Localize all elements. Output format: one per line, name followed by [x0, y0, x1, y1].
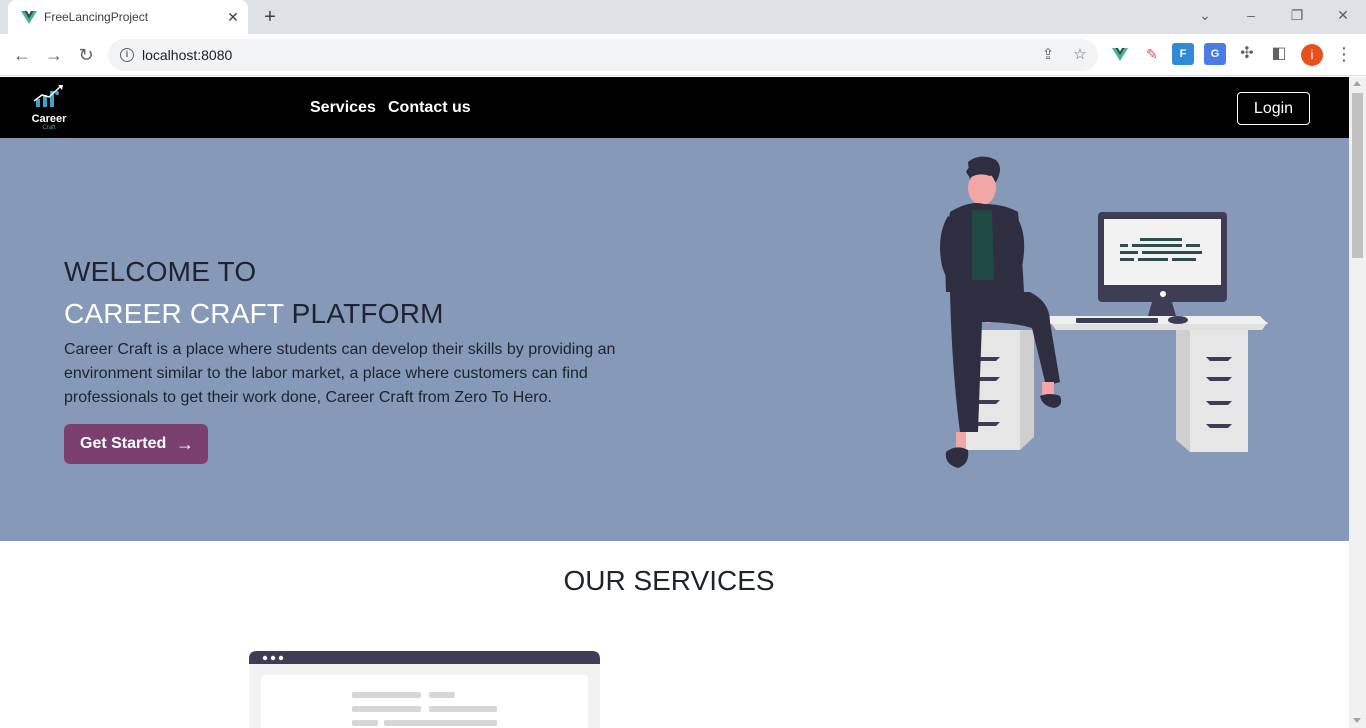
scroll-down-arrow-icon[interactable] — [1353, 718, 1361, 723]
address-bar[interactable]: i localhost:8080 ⇪ ☆ — [108, 39, 1098, 71]
logo-graph-icon — [33, 85, 63, 107]
new-tab-icon[interactable]: + — [258, 6, 282, 30]
web-page-illustration — [249, 651, 600, 728]
site-info-icon[interactable]: i — [120, 48, 134, 62]
url-text: localhost:8080 — [142, 47, 233, 63]
nav-link-contact[interactable]: Contact us — [388, 99, 471, 117]
tab-title: FreeLancingProject — [44, 10, 149, 24]
get-started-label: Get Started — [80, 435, 167, 452]
person-at-desk-illustration — [940, 156, 1268, 468]
hero-title-line2: CAREER CRAFT PLATFORM — [64, 298, 444, 330]
logo-text: Career — [31, 113, 67, 125]
tab-search-icon[interactable]: ⌄ — [1191, 4, 1219, 28]
hero-description: Career Craft is a place where students c… — [64, 341, 616, 406]
vue-devtools-icon[interactable] — [1109, 43, 1131, 65]
site-navbar: Career Craft Services Contact us Login — [0, 77, 1349, 138]
restore-icon[interactable]: ❐ — [1283, 4, 1311, 28]
translate-icon[interactable]: G — [1204, 43, 1226, 65]
menu-kebab-icon[interactable]: ⋮ — [1333, 43, 1355, 65]
extension-f-icon[interactable]: F — [1172, 43, 1194, 65]
hero-title-rest: PLATFORM — [283, 298, 444, 329]
get-started-button[interactable]: Get Started → — [64, 424, 208, 464]
share-icon[interactable]: ⇪ — [1038, 45, 1058, 65]
hero-title-line1: WELCOME TO — [64, 256, 257, 287]
extensions-puzzle-icon[interactable]: ✣ — [1236, 43, 1258, 65]
nav-link-services[interactable]: Services — [310, 99, 376, 117]
logo-subtext: Craft — [42, 125, 56, 131]
hero-title-accent: CAREER CRAFT — [64, 298, 284, 329]
side-panel-icon[interactable]: ◧ — [1268, 43, 1290, 65]
back-icon[interactable]: ← — [10, 43, 34, 67]
career-craft-logo[interactable]: Career Craft — [22, 83, 76, 133]
page-scrollbar[interactable] — [1349, 77, 1366, 728]
bookmark-star-icon[interactable]: ☆ — [1070, 45, 1090, 65]
login-button[interactable]: Login — [1237, 92, 1310, 125]
arrow-right-icon: → — [176, 434, 194, 454]
scroll-up-arrow-icon[interactable] — [1353, 81, 1361, 86]
color-picker-icon[interactable]: ✎ — [1141, 43, 1163, 65]
page-viewport: Career Craft Services Contact us Login W… — [0, 77, 1349, 728]
profile-avatar[interactable]: i — [1301, 44, 1323, 66]
scrollbar-thumb[interactable] — [1352, 93, 1363, 258]
browser-tab[interactable]: FreeLancingProject ✕ — [8, 0, 248, 34]
services-section-title: OUR SERVICES — [563, 565, 775, 596]
hero-section: WELCOME TO CAREER CRAFT PLATFORM Career … — [0, 138, 1349, 541]
forward-icon[interactable]: → — [42, 43, 66, 67]
browser-tab-bar: FreeLancingProject ✕ + ⌄ – ❐ ✕ — [0, 0, 1366, 34]
minimize-icon[interactable]: – — [1237, 4, 1265, 28]
reload-icon[interactable]: ↻ — [74, 43, 98, 67]
close-tab-icon[interactable]: ✕ — [224, 8, 242, 26]
vue-favicon-icon — [21, 11, 37, 24]
browser-toolbar: ← → ↻ i localhost:8080 ⇪ ☆ ✎ F G ✣ ◧ i ⋮ — [0, 34, 1366, 76]
close-window-icon[interactable]: ✕ — [1329, 4, 1357, 28]
